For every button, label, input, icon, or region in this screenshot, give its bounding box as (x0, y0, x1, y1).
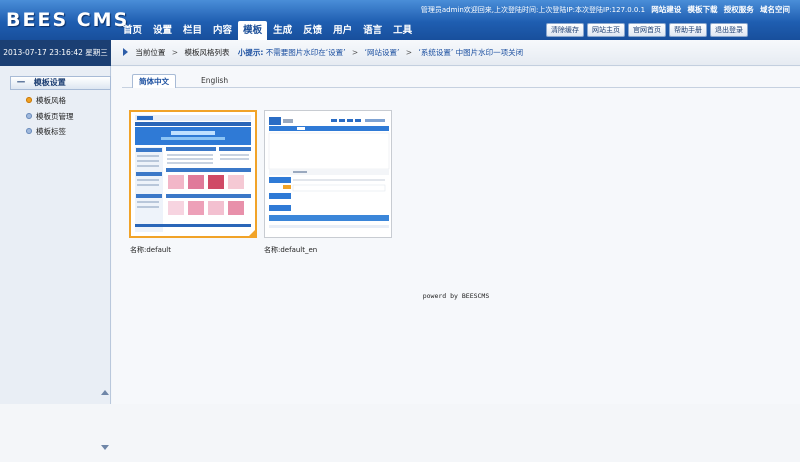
main-content: 简体中文 English 名称:default 名称:default_en po… (112, 67, 800, 404)
sidebar-item-template-pages[interactable]: 模板页管理 (26, 111, 74, 122)
nav-tools[interactable]: 工具 (388, 21, 417, 40)
nav-language[interactable]: 语言 (358, 21, 387, 40)
sidebar: 一 模板设置 模板风格 模板页管理 模板标签 (0, 66, 111, 450)
logout-button[interactable]: 退出登录 (710, 23, 748, 37)
bullet-icon (26, 113, 32, 119)
triangle-icon (123, 48, 128, 56)
template-thumbnail-default-en[interactable] (264, 110, 392, 238)
scroll-down-icon[interactable] (101, 445, 109, 450)
tip-step-3: ‘系统设置’ 中图片水印一项关闭 (418, 48, 524, 57)
template-preview-image (131, 112, 255, 236)
nav-users[interactable]: 用户 (328, 21, 357, 40)
sidebar-group-label: 模板设置 (33, 78, 66, 87)
template-name-label: 名称: (130, 246, 147, 254)
language-tabs: 简体中文 English (122, 72, 800, 88)
tip-separator: > (405, 48, 413, 57)
footer-powered-by: powerd by BEESCMS (422, 292, 490, 300)
bullet-icon (26, 128, 32, 134)
tip-label: 小提示: (237, 48, 264, 57)
sidebar-item-template-tags[interactable]: 模板标签 (26, 126, 66, 137)
template-name-default: 名称:default (130, 245, 171, 255)
nav-content[interactable]: 内容 (208, 21, 237, 40)
template-preview-image (265, 111, 391, 237)
scroll-up-icon[interactable] (101, 390, 109, 395)
link-domain-hosting[interactable]: 域名空间 (760, 5, 790, 14)
nav-columns[interactable]: 栏目 (178, 21, 207, 40)
tip-text: 不需要图片水印在‘设置’ (265, 48, 346, 57)
tip-step-2: ‘网站设置’ (364, 48, 400, 57)
site-home-button[interactable]: 网站主页 (587, 23, 625, 37)
breadcrumb: 当前位置 > 模板风格列表 小提示: 不需要图片水印在‘设置’ > ‘网站设置’… (123, 40, 523, 66)
tab-simplified-chinese[interactable]: 简体中文 (132, 74, 176, 88)
sidebar-item-label: 模板页管理 (36, 112, 74, 121)
sidebar-item-label: 模板风格 (36, 96, 66, 105)
tip-separator: > (351, 48, 359, 57)
breadcrumb-separator: > (171, 48, 179, 57)
sub-bar: 2013-07-17 23:16:42 星期三 当前位置 > 模板风格列表 小提… (0, 40, 800, 66)
nav-settings[interactable]: 设置 (148, 21, 177, 40)
sidebar-group-template-settings[interactable]: 一 模板设置 (10, 76, 111, 90)
template-name-value: default_en (280, 246, 318, 254)
tab-english[interactable]: English (195, 74, 234, 88)
template-thumbnail-default[interactable] (129, 110, 257, 238)
breadcrumb-page: 模板风格列表 (184, 48, 230, 57)
current-datetime: 2013-07-17 23:16:42 星期三 (0, 40, 111, 66)
nav-generate[interactable]: 生成 (268, 21, 297, 40)
collapse-icon: 一 (17, 78, 25, 87)
selected-corner-icon (249, 230, 255, 236)
bullet-icon (26, 97, 32, 103)
nav-feedback[interactable]: 反馈 (298, 21, 327, 40)
template-name-label: 名称: (264, 246, 281, 254)
sidebar-scroller[interactable] (101, 378, 109, 462)
welcome-text: 管理员admin欢迎回来,上次登陆时间:上次登陆IP:本次登陆IP:127.0.… (420, 6, 646, 14)
template-name-value: default (146, 246, 171, 254)
nav-home[interactable]: 首页 (118, 21, 147, 40)
sidebar-item-template-style[interactable]: 模板风格 (26, 95, 66, 106)
help-manual-button[interactable]: 帮助手册 (669, 23, 707, 37)
link-template-download[interactable]: 模板下载 (688, 5, 718, 14)
top-header: BEES CMS 管理员admin欢迎回来,上次登陆时间:上次登陆IP:本次登陆… (0, 0, 800, 40)
sidebar-item-label: 模板标签 (36, 127, 66, 136)
clear-cache-button[interactable]: 清除缓存 (546, 23, 584, 37)
top-buttons: 清除缓存 网站主页 官网首页 帮助手册 退出登录 (543, 23, 748, 37)
top-info-bar: 管理员admin欢迎回来,上次登陆时间:上次登陆IP:本次登陆IP:127.0.… (421, 4, 790, 15)
link-site-build[interactable]: 网站建设 (651, 5, 681, 14)
link-license-service[interactable]: 授权服务 (724, 5, 754, 14)
nav-templates[interactable]: 模板 (238, 21, 268, 40)
official-home-button[interactable]: 官网首页 (628, 23, 666, 37)
template-name-default-en: 名称:default_en (264, 245, 317, 255)
main-nav: 首页 设置 栏目 内容 模板 生成 反馈 用户 语言 工具 (118, 21, 418, 40)
breadcrumb-current: 当前位置 (135, 48, 166, 57)
app-logo: BEES CMS (6, 9, 130, 31)
